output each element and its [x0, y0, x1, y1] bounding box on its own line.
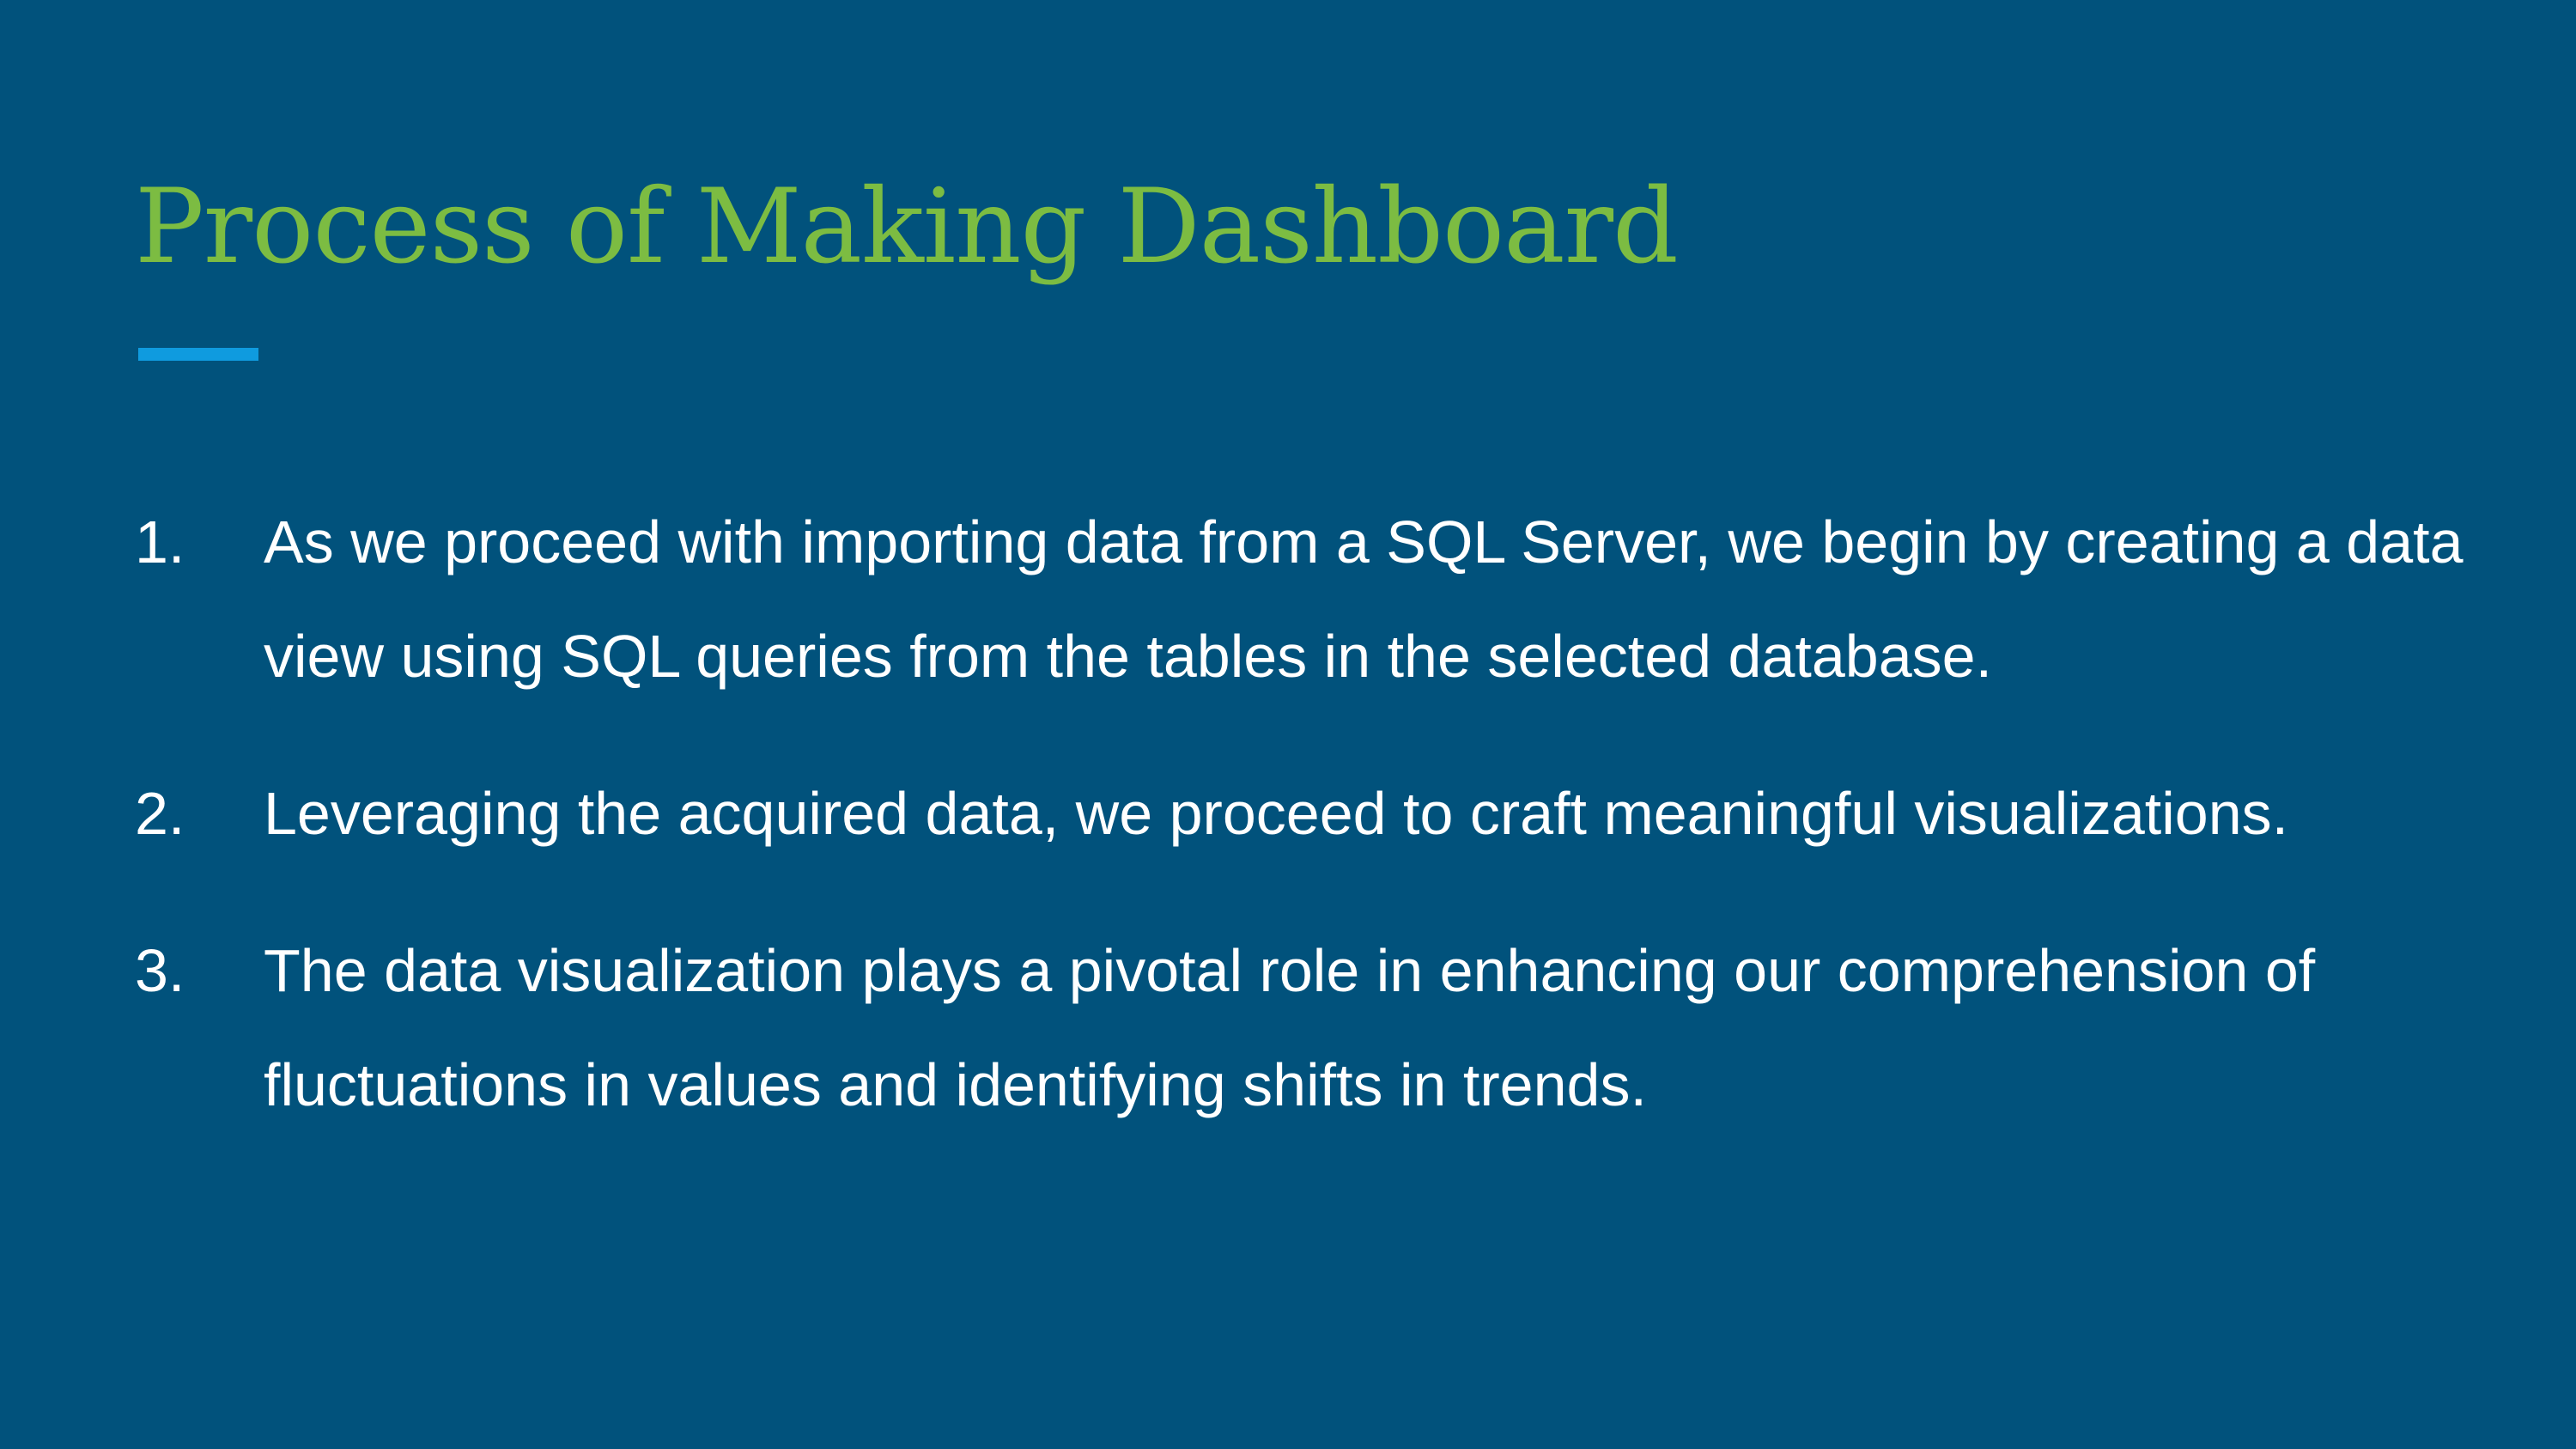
- list-item: 3. The data visualization plays a pivota…: [135, 914, 2522, 1142]
- list-item: 1. As we proceed with importing data fro…: [135, 485, 2522, 714]
- title-accent-bar: [138, 348, 258, 361]
- list-item-number: 3.: [135, 937, 185, 1004]
- list-item-number: 2.: [135, 780, 185, 847]
- list-item-text: Leveraging the acquired data, we proceed…: [264, 780, 2289, 847]
- list-item-text: As we proceed with importing data from a…: [264, 508, 2464, 690]
- process-steps-list: 1. As we proceed with importing data fro…: [135, 485, 2522, 1185]
- slide-title: Process of Making Dashboard: [135, 167, 1679, 287]
- list-item-text: The data visualization plays a pivotal r…: [264, 937, 2316, 1118]
- list-item-number: 1.: [135, 508, 185, 575]
- slide: Process of Making Dashboard 1. As we pro…: [0, 0, 2576, 1449]
- list-item: 2. Leveraging the acquired data, we proc…: [135, 757, 2522, 871]
